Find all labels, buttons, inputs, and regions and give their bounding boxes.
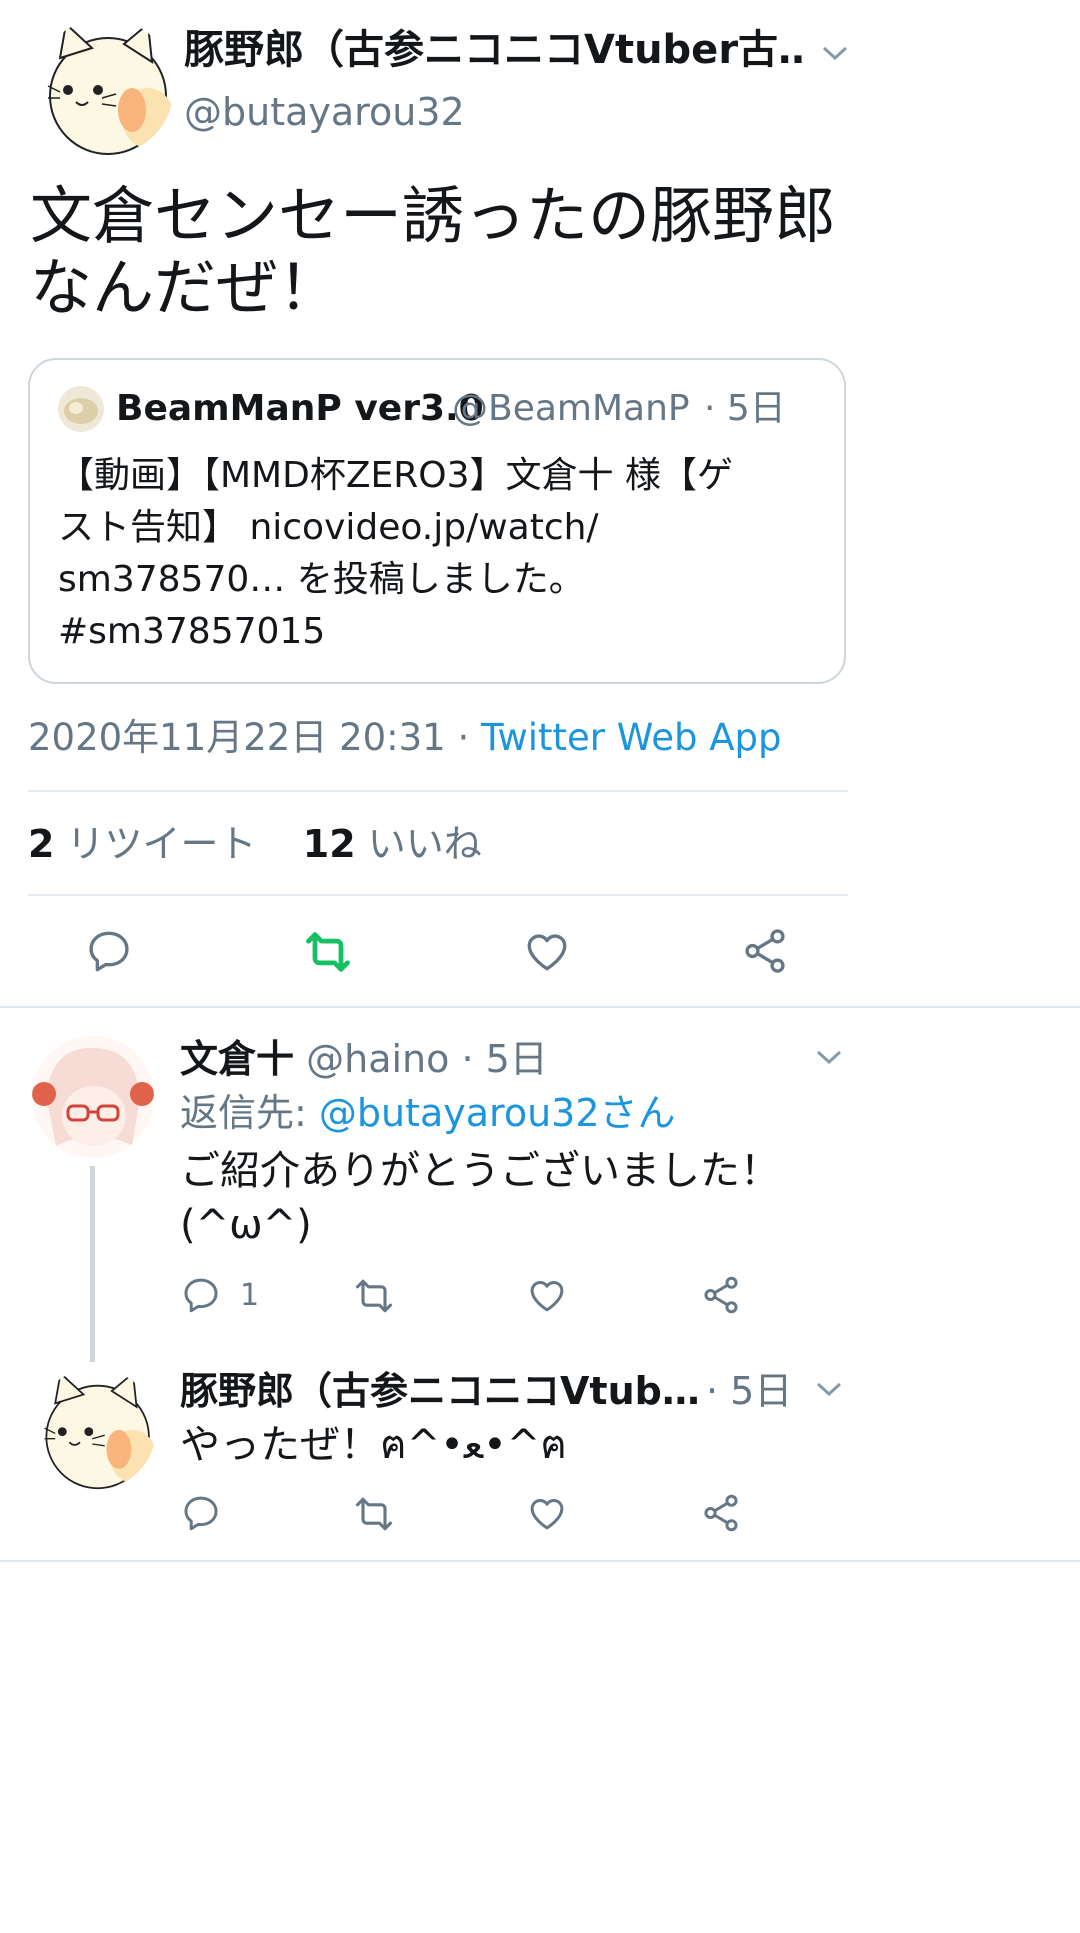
- share-icon[interactable]: [700, 1492, 742, 1534]
- reply-author-name[interactable]: 豚野郎（古参ニコニコVtub…: [180, 1366, 700, 1416]
- section-divider: [0, 1560, 1080, 1562]
- quoted-time: · 5日: [704, 388, 786, 429]
- reply-text-line-1: ご紹介ありがとうございました！: [180, 1148, 780, 1194]
- chevron-down-icon[interactable]: [814, 1042, 844, 1072]
- section-divider: [0, 1006, 1080, 1008]
- tweet-source-link[interactable]: Twitter Web App: [481, 716, 781, 759]
- like-icon[interactable]: [526, 1492, 568, 1534]
- reply-header: 文倉十 @haino · 5日: [180, 1034, 800, 1084]
- share-icon[interactable]: [700, 1274, 742, 1316]
- quoted-text-line-1: 【動画】【MMD杯ZERO3】文倉十 様【ゲ: [58, 455, 733, 496]
- meta-separator: ·: [445, 716, 482, 759]
- anime-girl-avatar-icon: [32, 1036, 154, 1158]
- like-icon[interactable]: [522, 926, 572, 976]
- retweet-label: リツイート: [66, 822, 257, 866]
- author-name[interactable]: 豚野郎（古参ニコニコVtuber古…: [184, 24, 804, 76]
- like-count: 12: [302, 822, 356, 866]
- reply-author-handle[interactable]: @haino: [306, 1037, 449, 1081]
- tweet-text-line-1: 文倉センセー誘ったの豚野郎: [30, 180, 837, 252]
- quoted-text-line-2: スト告知】 nicovideo.jp/watch/: [58, 507, 599, 548]
- reply-time: · 5日: [706, 1369, 793, 1413]
- reply-avatar[interactable]: [32, 1036, 154, 1158]
- quoted-author-handle: @BeamManP: [452, 388, 690, 429]
- tweet-timestamp: 2020年11月22日 20:31: [28, 716, 446, 759]
- retweet-stat[interactable]: 2 リツイート: [28, 822, 269, 866]
- reply-icon[interactable]: [180, 1492, 222, 1534]
- like-stat[interactable]: 12 いいね: [303, 822, 482, 866]
- quoted-author-name: BeamManP ver3.0: [116, 388, 484, 429]
- thread-connector: [90, 1166, 95, 1362]
- chevron-down-icon[interactable]: [814, 1374, 844, 1404]
- tweet-meta: 2020年11月22日 20:31 · Twitter Web App: [28, 712, 848, 764]
- retweet-icon[interactable]: [352, 1274, 396, 1318]
- author-avatar[interactable]: [36, 18, 174, 156]
- reply-text-line-2: (^ω^): [180, 1202, 312, 1248]
- like-icon[interactable]: [526, 1274, 568, 1316]
- quoted-text-line-3: sm378570… を投稿しました。: [58, 559, 585, 600]
- reply-icon[interactable]: [180, 1274, 222, 1316]
- quoted-author-avatar: [58, 386, 104, 432]
- reply-to-label: 返信先:: [180, 1091, 319, 1135]
- reply-text-line-1: やったぜ！ฅ^•ﻌ•^ฅ: [180, 1422, 568, 1468]
- quoted-hashtag[interactable]: #sm37857015: [58, 606, 828, 658]
- reply-to-line: 返信先: @butayarou32さん: [180, 1088, 820, 1138]
- chevron-down-icon[interactable]: [820, 38, 850, 68]
- cat-mascot-icon: [47, 22, 174, 155]
- retweet-count: 2: [28, 822, 55, 866]
- tweet-stats: 2 リツイート 12 いいね: [28, 818, 848, 870]
- divider: [28, 790, 848, 792]
- quoted-avatar-icon: [64, 398, 98, 424]
- reply-author-avatar[interactable]: [34, 1368, 156, 1490]
- reply-time: · 5日: [461, 1037, 548, 1081]
- author-handle[interactable]: @butayarou32: [184, 88, 584, 136]
- tweet-text-line-2: なんだぜ！: [30, 252, 341, 324]
- reply-to-user-link[interactable]: @butayarou32さん: [319, 1091, 676, 1135]
- reply-count: 1: [240, 1278, 260, 1313]
- divider: [28, 894, 848, 896]
- share-icon[interactable]: [740, 926, 790, 976]
- reply-author-name[interactable]: 文倉十: [180, 1037, 294, 1081]
- retweet-icon[interactable]: [302, 926, 354, 978]
- reply-icon[interactable]: [84, 926, 134, 976]
- cat-mascot-icon: [44, 1371, 156, 1490]
- like-label: いいね: [367, 822, 482, 866]
- retweet-icon[interactable]: [352, 1492, 396, 1536]
